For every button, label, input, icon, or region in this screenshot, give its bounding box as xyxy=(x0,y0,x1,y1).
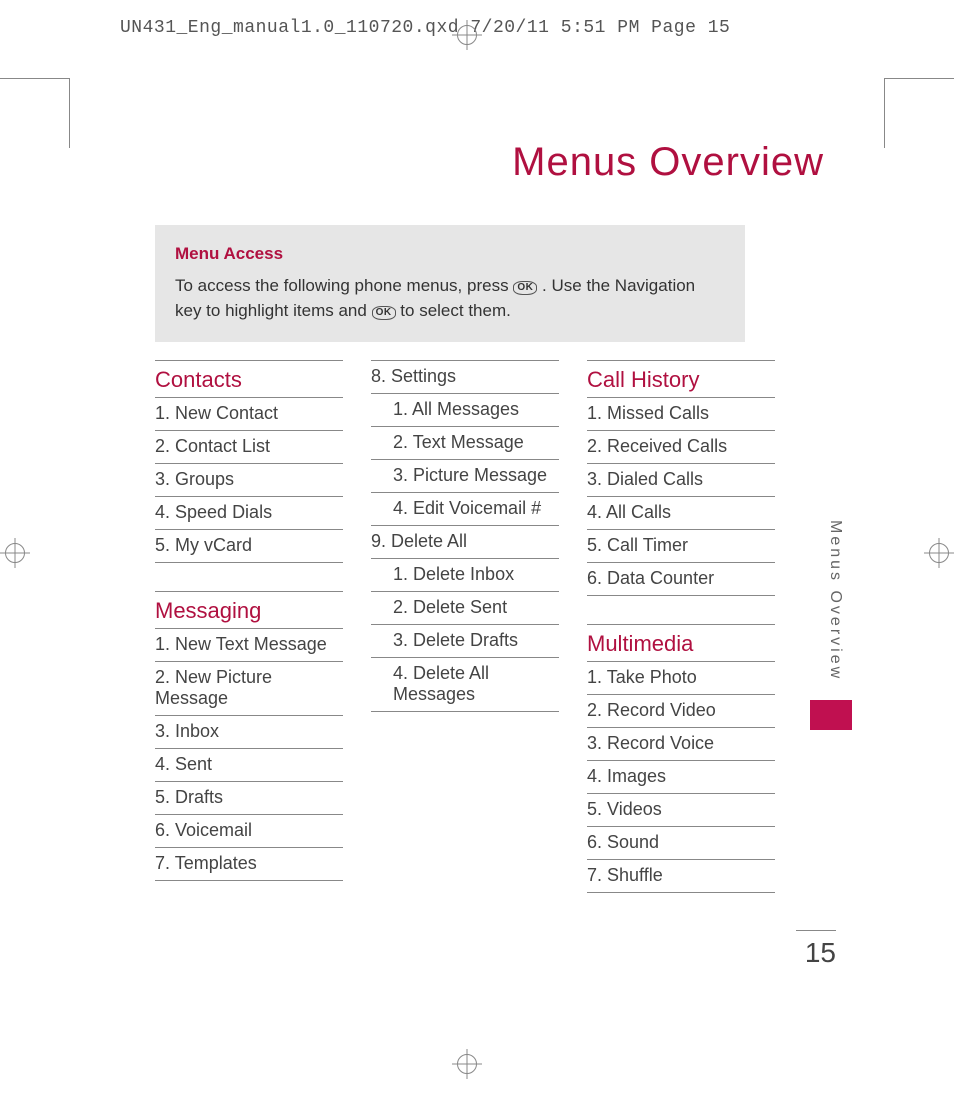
menu-item: 5. My vCard xyxy=(155,529,343,563)
menu-item: 6. Data Counter xyxy=(587,562,775,596)
column-2: 8. Settings1. All Messages2. Text Messag… xyxy=(371,360,559,893)
menu-item: 1. Missed Calls xyxy=(587,397,775,430)
info-text: to select them. xyxy=(400,301,511,320)
menu-item: 5. Drafts xyxy=(155,781,343,814)
menu-item: 7. Shuffle xyxy=(587,859,775,893)
info-box-label: Menu Access xyxy=(175,241,725,267)
menu-item: 8. Settings xyxy=(371,360,559,393)
menu-item: 5. Call Timer xyxy=(587,529,775,562)
menu-item: 4. Speed Dials xyxy=(155,496,343,529)
menu-item: 2. Record Video xyxy=(587,694,775,727)
menu-list: 1. Missed Calls2. Received Calls3. Diale… xyxy=(587,397,775,596)
menu-item: 9. Delete All xyxy=(371,525,559,558)
section-title-contacts: Contacts xyxy=(155,360,343,397)
menu-item: 1. Delete Inbox xyxy=(371,558,559,591)
ok-key-icon: OK xyxy=(372,306,396,320)
thumb-tab-label: Menus Overview xyxy=(826,520,844,681)
menu-item: 3. Delete Drafts xyxy=(371,624,559,657)
menu-list: 8. Settings1. All Messages2. Text Messag… xyxy=(371,360,559,712)
menu-item: 4. Images xyxy=(587,760,775,793)
menu-item: 6. Sound xyxy=(587,826,775,859)
registration-mark-icon xyxy=(452,20,482,50)
menu-item: 4. Sent xyxy=(155,748,343,781)
menu-item: 2. Received Calls xyxy=(587,430,775,463)
menu-columns: Contacts 1. New Contact2. Contact List3.… xyxy=(155,360,775,893)
menu-item: 1. Take Photo xyxy=(587,661,775,694)
page-title: Menus Overview xyxy=(512,140,824,185)
ok-key-icon: OK xyxy=(513,281,537,295)
section-title-multimedia: Multimedia xyxy=(587,624,775,661)
menu-item: 4. Edit Voicemail # xyxy=(371,492,559,525)
menu-item: 4. Delete All Messages xyxy=(371,657,559,712)
menu-list: 1. Take Photo2. Record Video3. Record Vo… xyxy=(587,661,775,893)
menu-item: 5. Videos xyxy=(587,793,775,826)
crop-mark-icon xyxy=(0,78,70,148)
menu-item: 1. All Messages xyxy=(371,393,559,426)
thumb-tab-block xyxy=(810,700,852,730)
info-box-body: To access the following phone menus, pre… xyxy=(175,273,725,324)
menu-item: 3. Groups xyxy=(155,463,343,496)
page-number: 15 xyxy=(796,930,836,969)
menu-item: 2. Text Message xyxy=(371,426,559,459)
menu-list: 1. New Text Message2. New Picture Messag… xyxy=(155,628,343,881)
menu-list: 1. New Contact2. Contact List3. Groups4.… xyxy=(155,397,343,563)
registration-mark-icon xyxy=(924,538,954,568)
menu-item: 4. All Calls xyxy=(587,496,775,529)
info-box: Menu Access To access the following phon… xyxy=(155,225,745,342)
menu-item: 3. Dialed Calls xyxy=(587,463,775,496)
menu-item: 2. Delete Sent xyxy=(371,591,559,624)
menu-item: 3. Record Voice xyxy=(587,727,775,760)
section-title-call-history: Call History xyxy=(587,360,775,397)
column-3: Call History 1. Missed Calls2. Received … xyxy=(587,360,775,893)
registration-mark-icon xyxy=(0,538,30,568)
crop-mark-icon xyxy=(884,78,954,148)
menu-item: 2. New Picture Message xyxy=(155,661,343,715)
section-title-messaging: Messaging xyxy=(155,591,343,628)
menu-item: 7. Templates xyxy=(155,847,343,881)
menu-item: 1. New Contact xyxy=(155,397,343,430)
prepress-header: UN431_Eng_manual1.0_110720.qxd 7/20/11 5… xyxy=(120,18,730,38)
menu-item: 3. Picture Message xyxy=(371,459,559,492)
column-1: Contacts 1. New Contact2. Contact List3.… xyxy=(155,360,343,893)
menu-item: 6. Voicemail xyxy=(155,814,343,847)
menu-item: 3. Inbox xyxy=(155,715,343,748)
menu-item: 2. Contact List xyxy=(155,430,343,463)
info-text: To access the following phone menus, pre… xyxy=(175,276,513,295)
registration-mark-icon xyxy=(452,1049,482,1079)
menu-item: 1. New Text Message xyxy=(155,628,343,661)
